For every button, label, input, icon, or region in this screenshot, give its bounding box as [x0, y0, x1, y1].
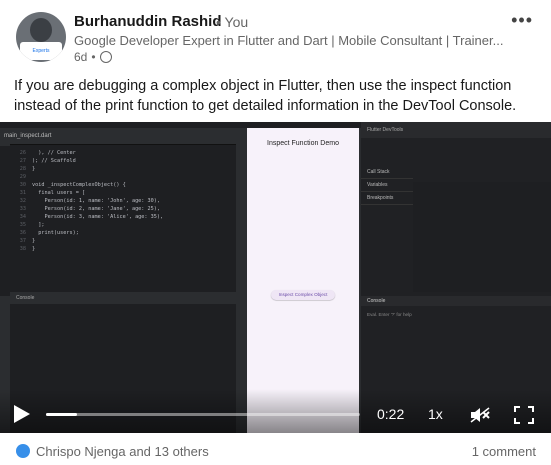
- code-line-number: 27: [19, 158, 26, 164]
- breakpoints-label: Breakpoints: [361, 192, 413, 205]
- code-line: ];: [32, 222, 45, 228]
- code-line-number: 30: [19, 182, 26, 188]
- code-line-number: 32: [19, 198, 26, 204]
- progress-fill: [46, 413, 78, 416]
- inspect-button: Inspect Complex Object: [271, 290, 335, 300]
- mute-icon[interactable]: [470, 407, 490, 423]
- code-line-number: 26: [19, 150, 26, 156]
- code-line-number: 33: [19, 206, 26, 212]
- comments-count[interactable]: 1 comment: [472, 444, 536, 459]
- author-name[interactable]: Burhanuddin Rashid: [74, 13, 222, 30]
- video-player[interactable]: main_inspect.dart 26 ), // Center 27 ); //…: [0, 122, 551, 433]
- progress-bar[interactable]: [46, 413, 360, 416]
- code-line: Person(id: 2, name: 'Jane', age: 25),: [32, 206, 161, 212]
- video-controls: 0:22 1x: [0, 389, 551, 433]
- emulator-app-title: Inspect Function Demo: [267, 140, 339, 147]
- code-line-number: 31: [19, 190, 26, 196]
- ide-console-tab: Console: [10, 292, 242, 304]
- code-line: print(users);: [32, 230, 79, 236]
- call-stack-label: Call Stack: [361, 166, 413, 179]
- post-text: If you are debugging a complex object in…: [14, 78, 517, 114]
- code-editor: 26 ), // Center 27 ); // Scaffold 28} 29 30 vo…: [0, 146, 232, 296]
- code-line-number: 28: [19, 166, 26, 172]
- post-time: 6d: [74, 50, 88, 64]
- code-line: }: [32, 238, 36, 244]
- connection-degree: • You: [216, 14, 249, 30]
- like-reaction-icon: [16, 444, 30, 458]
- ide-tab: main_inspect.dart: [0, 128, 246, 145]
- code-line-number: 29: [19, 174, 26, 180]
- ide-window: main_inspect.dart 26 ), // Center 27 ); //…: [0, 128, 246, 433]
- code-line-number: 38: [19, 246, 26, 252]
- code-line: }: [32, 246, 36, 252]
- code-line: Person(id: 3, name: 'Alice', age: 35),: [32, 214, 164, 220]
- code-line-number: 34: [19, 214, 26, 220]
- devtools-title: Flutter DevTools: [361, 122, 551, 138]
- post-meta: 6d •: [74, 50, 112, 64]
- code-line: Person(id: 1, name: 'John', age: 30),: [32, 198, 161, 204]
- current-time: 0:22: [377, 406, 405, 422]
- play-icon[interactable]: [14, 405, 30, 423]
- code-line: final users = [: [32, 190, 86, 196]
- dot-separator: •: [91, 50, 96, 64]
- code-line: ); // Scaffold: [32, 158, 76, 164]
- globe-icon: [99, 51, 112, 63]
- devtools-console-prompt: Eval. Enter '?' for help: [367, 312, 412, 317]
- code-line: ), // Center: [32, 150, 76, 156]
- code-line-number: 37: [19, 238, 26, 244]
- devtools-window: Flutter DevTools Call Stack Variables Br…: [361, 122, 551, 433]
- code-line: void _inspectComplexObject() {: [32, 182, 126, 188]
- variables-label: Variables: [361, 179, 413, 192]
- code-line-number: 36: [19, 230, 26, 236]
- author-avatar[interactable]: Experts: [16, 12, 66, 62]
- emulator-screen: Inspect Function Demo Inspect Complex Ob…: [247, 128, 359, 433]
- fullscreen-icon[interactable]: [514, 406, 534, 424]
- code-line-number: 35: [19, 222, 26, 228]
- devtools-code: [413, 182, 551, 292]
- avatar-badge: Experts: [20, 42, 62, 60]
- code-line: }: [32, 166, 36, 172]
- author-headline: Google Developer Expert in Flutter and D…: [74, 33, 504, 48]
- devtools-side-panel: Call Stack Variables Breakpoints: [361, 166, 413, 296]
- devtools-console-header: Console: [361, 296, 551, 306]
- avatar-face: [30, 18, 52, 42]
- playback-speed-button[interactable]: 1x: [428, 406, 443, 422]
- more-options-icon[interactable]: •••: [511, 10, 533, 31]
- reactions-count[interactable]: Chrispo Njenga and 13 others: [36, 444, 209, 459]
